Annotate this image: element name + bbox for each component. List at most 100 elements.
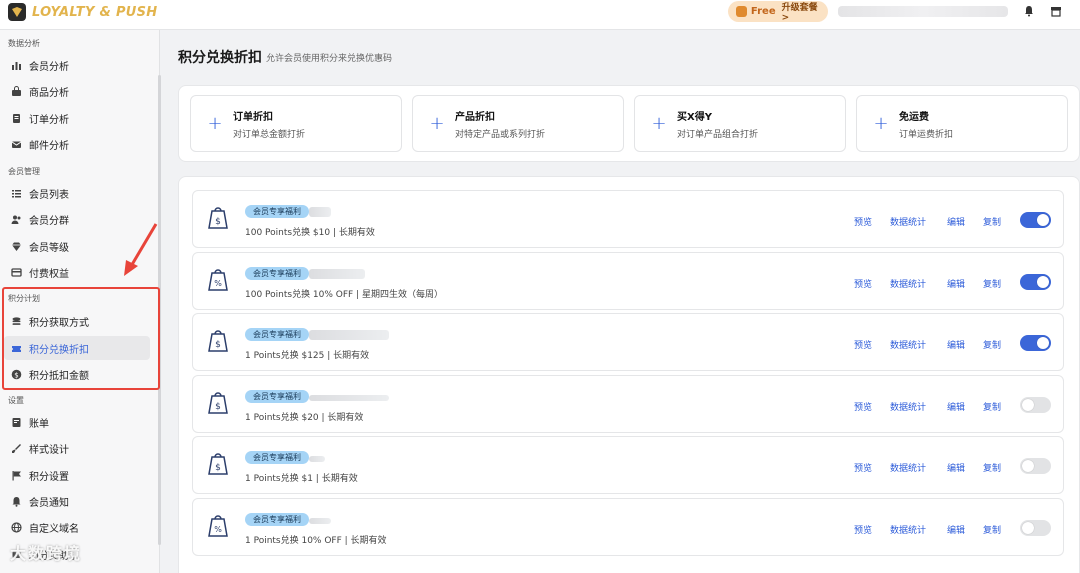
sidebar-item-label: 会员分析 — [29, 61, 69, 73]
member-benefit-badge: 会员专享福利 — [245, 390, 309, 403]
reward-row: $ 会员专享福利 1 Points兑换 $1 | 长期有效 预览 数据统计 编辑… — [192, 436, 1064, 494]
app-logo[interactable]: LOYALTY & PUSH — [8, 3, 158, 21]
copy-link[interactable]: 复制 — [983, 338, 1001, 351]
stats-link[interactable]: 数据统计 — [890, 523, 926, 536]
toggle-knob — [1037, 214, 1049, 226]
reward-name-blurred — [309, 207, 331, 217]
sidebar-item-billing[interactable]: 账单 — [4, 410, 150, 434]
store-icon[interactable] — [1048, 3, 1064, 19]
sidebar-item-label: 样式设计 — [29, 444, 69, 456]
sidebar-item-order-analytics[interactable]: 订单分析 — [4, 106, 150, 130]
sidebar-item-points-deduction[interactable]: $ 积分抵扣金额 — [4, 362, 150, 386]
card-title: 订单折扣 — [233, 112, 273, 123]
bar-chart-icon — [10, 59, 22, 71]
sidebar-item-points-redemption[interactable]: 积分兑换折扣 — [4, 336, 150, 360]
edit-link[interactable]: 编辑 — [947, 277, 965, 290]
edit-link[interactable]: 编辑 — [947, 461, 965, 474]
preview-link[interactable]: 预览 — [854, 523, 872, 536]
sidebar-item-label: 账单 — [29, 418, 49, 430]
member-benefit-badge: 会员专享福利 — [245, 328, 309, 341]
dollar-tag-icon: $ — [208, 453, 228, 475]
enable-toggle[interactable] — [1020, 520, 1051, 536]
card-subtitle: 订单运费折扣 — [899, 130, 954, 140]
edit-link[interactable]: 编辑 — [947, 338, 965, 351]
edit-link[interactable]: 编辑 — [947, 400, 965, 413]
copy-link[interactable]: 复制 — [983, 523, 1001, 536]
coins-icon — [10, 315, 22, 327]
svg-text:%: % — [214, 279, 222, 288]
member-benefit-badge: 会员专享福利 — [245, 451, 309, 464]
toggle-knob — [1022, 522, 1034, 534]
stats-link[interactable]: 数据统计 — [890, 338, 926, 351]
preview-link[interactable]: 预览 — [854, 461, 872, 474]
bell-icon — [10, 495, 22, 507]
create-free-shipping-card[interactable]: + 免运费 订单运费折扣 — [856, 95, 1068, 152]
reward-row: $ 会员专享福利 100 Points兑换 $10 | 长期有效 预览 数据统计… — [192, 190, 1064, 248]
reward-name-blurred — [309, 456, 325, 462]
reward-description: 1 Points兑换 10% OFF | 长期有效 — [245, 536, 387, 546]
sidebar-item-label: 自定义域名 — [29, 523, 79, 535]
create-product-discount-card[interactable]: + 产品折扣 对特定产品或系列打折 — [412, 95, 624, 152]
copy-link[interactable]: 复制 — [983, 400, 1001, 413]
edit-link[interactable]: 编辑 — [947, 215, 965, 228]
card-title: 免运费 — [899, 112, 929, 123]
card-icon — [10, 266, 22, 278]
edit-link[interactable]: 编辑 — [947, 523, 965, 536]
logo-icon — [8, 3, 26, 21]
stats-link[interactable]: 数据统计 — [890, 215, 926, 228]
sidebar-item-label: 会员列表 — [29, 189, 69, 201]
sidebar-item-label: 积分设置 — [29, 471, 69, 483]
globe-icon — [10, 521, 22, 533]
percent-tag-icon: % — [208, 269, 228, 291]
percent-tag-icon: % — [208, 515, 228, 537]
reward-name-blurred — [309, 269, 365, 279]
reward-row: % 会员专享福利 100 Points兑换 10% OFF | 星期四生效（每周… — [192, 252, 1064, 310]
dollar-tag-icon: $ — [208, 330, 228, 352]
preview-link[interactable]: 预览 — [854, 277, 872, 290]
sidebar-item-label: 会员通知 — [29, 497, 69, 509]
create-order-discount-card[interactable]: + 订单折扣 对订单总金额打折 — [190, 95, 402, 152]
toggle-knob — [1037, 337, 1049, 349]
enable-toggle[interactable] — [1020, 397, 1051, 413]
upgrade-plan-button[interactable]: Free 升级套餐 > — [728, 1, 828, 23]
enable-toggle[interactable] — [1020, 274, 1051, 290]
document-icon — [10, 112, 22, 124]
stats-link[interactable]: 数据统计 — [890, 400, 926, 413]
page-title: 积分兑换折扣 — [178, 50, 262, 66]
copy-link[interactable]: 复制 — [983, 461, 1001, 474]
svg-text:%: % — [214, 525, 222, 534]
card-subtitle: 对订单总金额打折 — [233, 130, 306, 140]
reward-row: $ 会员专享福利 1 Points兑换 $125 | 长期有效 预览 数据统计 … — [192, 313, 1064, 371]
enable-toggle[interactable] — [1020, 335, 1051, 351]
copy-link[interactable]: 复制 — [983, 215, 1001, 228]
reward-name-blurred — [309, 330, 389, 340]
stats-link[interactable]: 数据统计 — [890, 277, 926, 290]
plus-icon: + — [207, 113, 223, 134]
plus-icon: + — [429, 113, 445, 134]
sidebar-item-product-analytics[interactable]: 商品分析 — [4, 79, 150, 103]
sidebar-item-points-settings[interactable]: 积分设置 — [4, 463, 150, 487]
create-buy-x-get-y-card[interactable]: + 买X得Y 对订单产品组合打折 — [634, 95, 846, 152]
sidebar-item-member-notifications[interactable]: 会员通知 — [4, 489, 150, 513]
sidebar-item-member-analytics[interactable]: 会员分析 — [4, 53, 150, 77]
copy-link[interactable]: 复制 — [983, 277, 1001, 290]
sidebar-item-custom-domain[interactable]: 自定义域名 — [4, 515, 150, 539]
svg-text:$: $ — [215, 217, 221, 227]
enable-toggle[interactable] — [1020, 212, 1051, 228]
preview-link[interactable]: 预览 — [854, 400, 872, 413]
preview-link[interactable]: 预览 — [854, 338, 872, 351]
diamond-icon — [10, 240, 22, 252]
sidebar-item-label: 会员等级 — [29, 242, 69, 254]
sidebar-item-mail-analytics[interactable]: 邮件分析 — [4, 132, 150, 156]
sidebar-item-member-list[interactable]: 会员列表 — [4, 181, 150, 205]
preview-link[interactable]: 预览 — [854, 215, 872, 228]
sidebar-item-label: 积分兑换折扣 — [29, 344, 89, 356]
bell-icon[interactable] — [1021, 3, 1037, 19]
stats-link[interactable]: 数据统计 — [890, 461, 926, 474]
reward-description: 1 Points兑换 $20 | 长期有效 — [245, 413, 364, 423]
reward-row: $ 会员专享福利 1 Points兑换 $20 | 长期有效 预览 数据统计 编… — [192, 375, 1064, 433]
svg-text:$: $ — [215, 402, 221, 412]
sidebar-item-style-design[interactable]: 样式设计 — [4, 436, 150, 460]
sidebar-item-points-earning[interactable]: 积分获取方式 — [4, 309, 150, 333]
enable-toggle[interactable] — [1020, 458, 1051, 474]
